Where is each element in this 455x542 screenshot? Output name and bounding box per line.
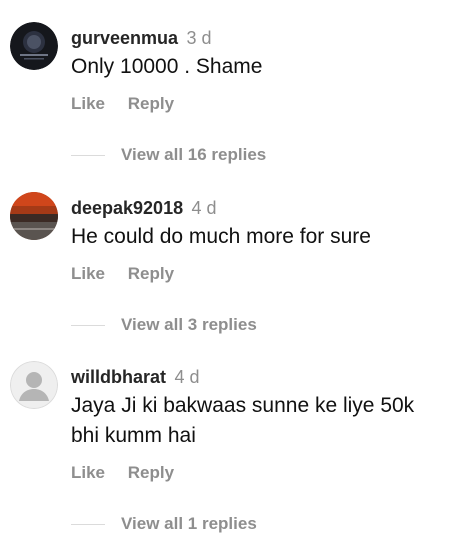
user-avatar-image: [10, 22, 58, 70]
username[interactable]: willdbharat: [71, 367, 166, 387]
comment-header: willdbharat 4 d: [71, 366, 200, 390]
like-button[interactable]: Like: [71, 264, 105, 283]
view-replies-label: View all 3 replies: [121, 315, 257, 334]
divider-line: [71, 325, 105, 327]
avatar[interactable]: [10, 22, 58, 70]
comment-actions: Like Reply: [71, 94, 174, 114]
comment-actions: Like Reply: [71, 264, 174, 284]
comment-actions: Like Reply: [71, 463, 174, 483]
username[interactable]: deepak92018: [71, 198, 183, 218]
divider-line: [71, 524, 105, 526]
reply-button[interactable]: Reply: [128, 463, 174, 482]
comment-text: He could do much more for sure: [71, 225, 371, 248]
username[interactable]: gurveenmua: [71, 28, 178, 48]
avatar[interactable]: [10, 192, 58, 240]
comment-header: gurveenmua 3 d: [71, 27, 212, 51]
like-button[interactable]: Like: [71, 463, 105, 482]
timestamp: 3 d: [186, 28, 212, 48]
timestamp: 4 d: [174, 367, 200, 387]
comment-text: Jaya Ji ki bakwaas sunne ke liye 50k bhi…: [71, 394, 415, 447]
default-user-icon: [10, 361, 58, 409]
view-replies-label: View all 16 replies: [121, 145, 267, 164]
view-replies-label: View all 1 replies: [121, 514, 257, 533]
avatar[interactable]: [10, 361, 58, 409]
divider-line: [71, 155, 105, 157]
like-button[interactable]: Like: [71, 94, 105, 113]
view-replies-button[interactable]: View all 3 replies: [71, 315, 257, 335]
view-replies-button[interactable]: View all 16 replies: [71, 145, 266, 165]
comment-text: Only 10000 . Shame: [71, 55, 263, 78]
reply-button[interactable]: Reply: [128, 264, 174, 283]
timestamp: 4 d: [191, 198, 217, 218]
comment-header: deepak92018 4 d: [71, 197, 217, 221]
user-avatar-image: [10, 192, 58, 240]
view-replies-button[interactable]: View all 1 replies: [71, 514, 257, 534]
reply-button[interactable]: Reply: [128, 94, 174, 113]
